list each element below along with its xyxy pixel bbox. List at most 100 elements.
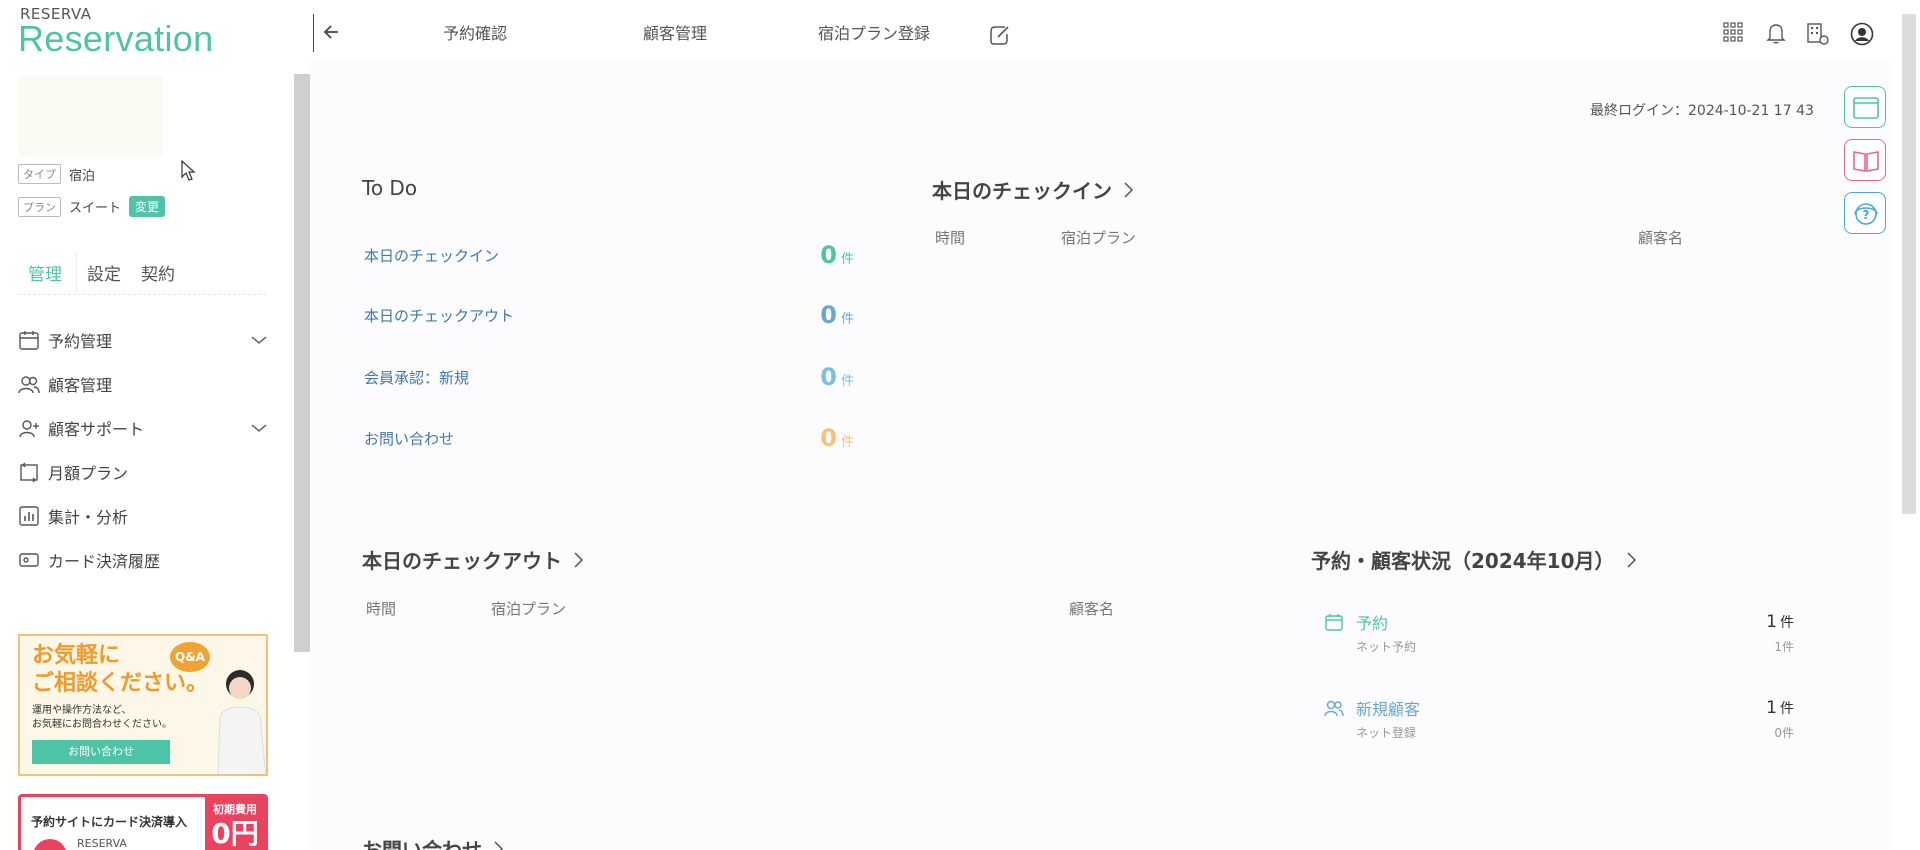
sidebar-item-analytics[interactable]: 集計・分析 [18, 494, 268, 538]
initial-fee-value: 0円 [211, 817, 259, 850]
sidebar-item-card-history[interactable]: カード決済履歴 [18, 538, 268, 582]
checkout-col-plan: 宿泊プラン [491, 600, 567, 618]
qa-badge: Q&A [170, 642, 210, 672]
status-row-new-customers[interactable]: 新規顧客 1件 ネット登録 0件 [1324, 696, 1794, 741]
inquiry-title-text: お問い合わせ [362, 838, 482, 850]
plan-tag: プラン [18, 196, 61, 217]
checkin-col-time: 時間 [935, 229, 966, 247]
apps-grid-icon[interactable] [1723, 22, 1743, 42]
sidebar: RESERVA Reservation タイプ 宿泊 プラン スイート 変更 管… [0, 0, 295, 850]
book-icon [1853, 151, 1879, 172]
last-login-text: 最終ログイン：2024-10-21 17 43 [1590, 103, 1814, 119]
logo[interactable]: Reservation [18, 18, 213, 60]
status-sub-value: 0件 [1774, 726, 1794, 740]
todo-count-unit: 件 [840, 252, 854, 267]
sidebar-item-customers[interactable]: 顧客管理 [18, 362, 268, 406]
page-scrollbar[interactable] [1902, 14, 1916, 514]
contact-banner[interactable]: お気軽に ご相談ください。 Q&A 運用や操作方法など、 お気軽にお問合わせくだ… [18, 634, 268, 776]
quick-button-help[interactable]: ? [1844, 192, 1886, 234]
back-arrow-icon[interactable] [322, 22, 342, 42]
chart-icon [19, 506, 39, 526]
bell-icon[interactable] [1766, 22, 1786, 44]
chevron-right-icon [574, 551, 584, 568]
todo-count-number: 0 [820, 301, 837, 329]
banner-sub-line1: 運用や操作方法など、 [32, 705, 132, 716]
checkout-col-time: 時間 [366, 600, 397, 618]
sidebar-tabs: 管理 設定 契約 [18, 252, 266, 295]
type-tag: タイプ [18, 164, 61, 184]
status-sub-value: 1件 [1774, 640, 1794, 654]
todo-item-inquiry[interactable]: お問い合わせ 0 件 [364, 423, 854, 453]
checkout-col-customer: 顧客名 [1069, 600, 1115, 618]
account-icon[interactable] [1850, 22, 1874, 46]
building-settings-icon[interactable] [1806, 22, 1830, 46]
todo-count: 0 件 [820, 363, 854, 391]
todo-label: 会員承認：新規 [364, 368, 470, 387]
nav-reservation-check[interactable]: 予約確認 [443, 20, 507, 44]
sidebar-item-monthly-plan[interactable]: 月額プラン [18, 450, 268, 494]
sidebar-item-reservations[interactable]: 予約管理 [18, 318, 268, 362]
todo-title-text: To Do [362, 176, 418, 200]
sidebar-scrollbar[interactable] [294, 74, 310, 652]
todo-count-number: 0 [820, 363, 837, 391]
banner-subtext: 運用や操作方法など、 お気軽にお問合わせください。 [32, 704, 172, 732]
chevron-right-icon [494, 840, 504, 850]
quick-button-manual[interactable] [1844, 139, 1886, 181]
todo-count-unit: 件 [840, 435, 854, 450]
chevron-down-icon [251, 336, 267, 344]
card-icon [19, 553, 39, 567]
sidebar-item-support[interactable]: 顧客サポート [18, 406, 268, 450]
nav-customer-management[interactable]: 顧客管理 [643, 20, 707, 44]
status-section-title[interactable]: 予約・顧客状況（2024年10月） [1311, 545, 1637, 574]
card-payment-banner[interactable]: 予約サイトにカード決済導入 RESERVA 初期費用 0円 [18, 794, 268, 850]
topbar-divider [313, 14, 314, 52]
todo-item-checkin[interactable]: 本日のチェックイン 0 件 [364, 240, 854, 270]
todo-count: 0 件 [820, 301, 854, 329]
property-plan-row: プラン スイート 変更 [18, 196, 166, 217]
card-banner-brand: RESERVA [77, 837, 127, 850]
todo-item-member-approval[interactable]: 会員承認：新規 0 件 [364, 362, 854, 392]
nav-plan-registration[interactable]: 宿泊プラン登録 [818, 20, 930, 44]
checkout-section-title[interactable]: 本日のチェックアウト [362, 545, 584, 574]
chevron-right-icon [1124, 181, 1134, 198]
contact-button[interactable]: お問い合わせ [32, 740, 170, 764]
status-sub-label: ネット登録 [1356, 726, 1417, 740]
status-value-number: 1 [1766, 698, 1777, 718]
card-banner-price: 初期費用 0円 [205, 797, 265, 850]
edit-icon[interactable] [988, 24, 1010, 46]
status-value: 1件 [1766, 698, 1794, 718]
support-person-image [217, 670, 266, 774]
tab-settings[interactable]: 設定 [77, 252, 131, 294]
users-icon [1324, 700, 1344, 717]
status-row-reservations[interactable]: 予約 1件 ネット予約 1件 [1324, 610, 1794, 655]
repeat-icon [20, 462, 38, 483]
status-value-unit: 件 [1780, 615, 1794, 631]
todo-count-unit: 件 [840, 374, 854, 389]
status-label: 予約 [1356, 614, 1389, 633]
checkin-title-text: 本日のチェックイン [932, 179, 1112, 203]
tab-contract[interactable]: 契約 [131, 252, 185, 294]
status-label: 新規顧客 [1356, 700, 1421, 719]
todo-count-number: 0 [820, 424, 837, 452]
tab-manage[interactable]: 管理 [18, 252, 77, 294]
status-value-number: 1 [1766, 612, 1777, 632]
inquiry-section-title[interactable]: お問い合わせ [362, 834, 504, 850]
card-banner-logo [33, 839, 67, 850]
checkin-section-title[interactable]: 本日のチェックイン [932, 175, 1134, 204]
status-sub-label: ネット予約 [1356, 640, 1417, 654]
change-plan-button[interactable]: 変更 [129, 196, 166, 217]
todo-count-number: 0 [820, 241, 837, 269]
todo-title: To Do [362, 176, 417, 200]
card-banner-text: 予約サイトにカード決済導入 [31, 815, 188, 829]
sidebar-item-label: 集計・分析 [48, 508, 129, 527]
todo-count: 0 件 [820, 241, 854, 269]
initial-fee-label: 初期費用 [213, 803, 257, 816]
mouse-cursor-icon [181, 160, 196, 181]
todo-item-checkout[interactable]: 本日のチェックアウト 0 件 [364, 300, 854, 330]
banner-sub-line2: お気軽にお問合わせください。 [32, 719, 172, 730]
quick-button-site[interactable] [1844, 86, 1886, 128]
users-icon [18, 376, 40, 394]
sidebar-item-label: 顧客サポート [48, 420, 145, 439]
user-plus-icon [19, 420, 39, 438]
calendar-icon [1325, 614, 1343, 631]
